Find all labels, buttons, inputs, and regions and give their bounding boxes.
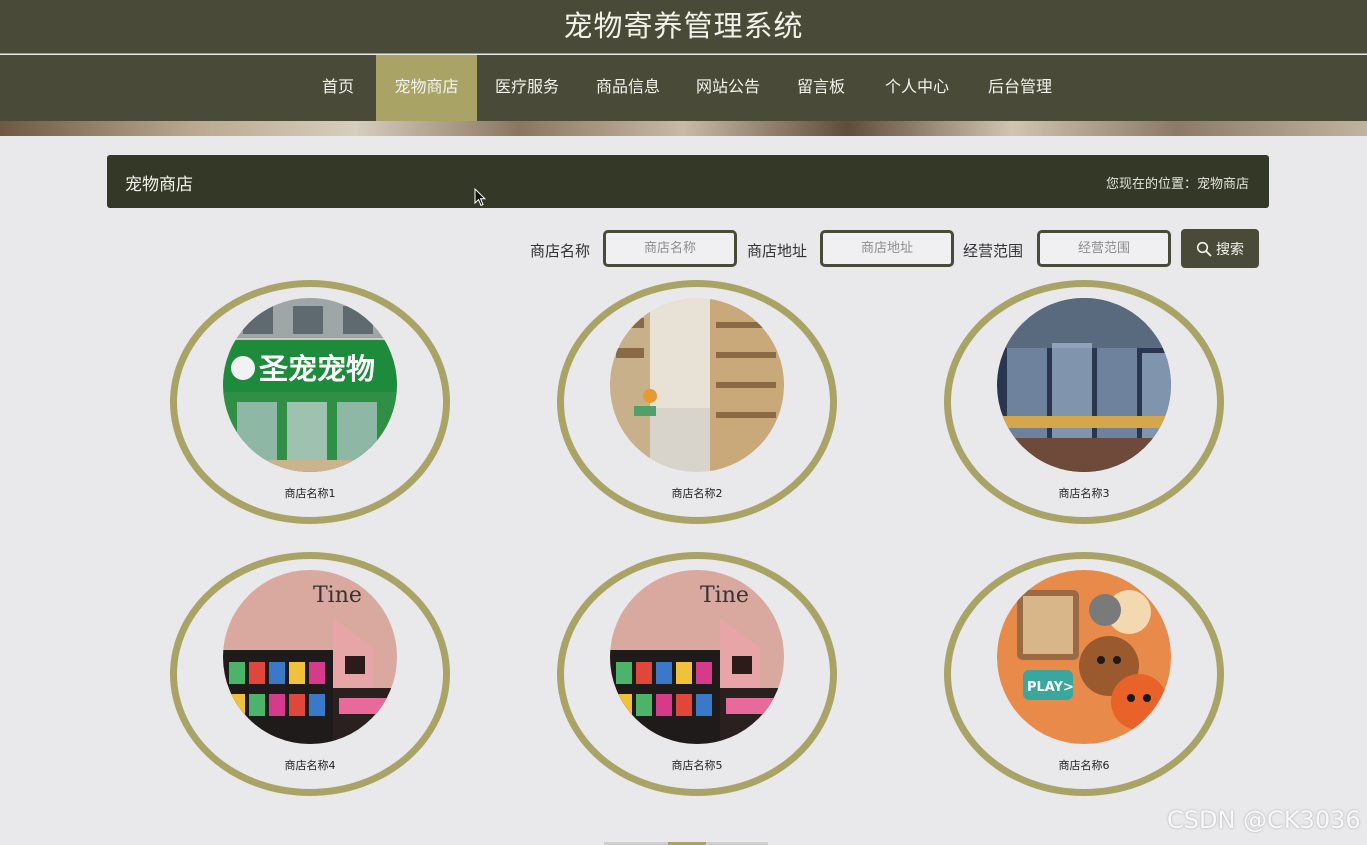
store-card-6[interactable]: PLAY> 商店名称6 bbox=[944, 552, 1224, 796]
store-card-2[interactable]: 商店名称2 bbox=[557, 280, 837, 524]
search-icon bbox=[1196, 241, 1212, 256]
store-photo[interactable]: PLAY> bbox=[997, 570, 1171, 744]
store-card-5[interactable]: Tine 商店名称5 bbox=[557, 552, 837, 796]
store-name[interactable]: 商店名称6 bbox=[944, 757, 1224, 773]
nav-item-medical-service[interactable]: 医疗服务 bbox=[480, 55, 574, 121]
svg-text:Tine: Tine bbox=[700, 583, 749, 608]
business-scope-label: 经营范围 bbox=[963, 242, 1024, 260]
nav-item-goods-info[interactable]: 商品信息 bbox=[581, 55, 675, 121]
store-photo[interactable] bbox=[610, 298, 784, 472]
store-photo[interactable]: Tine bbox=[610, 570, 784, 744]
nav-item-admin[interactable]: 后台管理 bbox=[973, 55, 1067, 121]
store-card-4[interactable]: Tine 商店名称4 bbox=[170, 552, 450, 796]
nav-item-pet-store[interactable]: 宠物商店 bbox=[376, 55, 477, 121]
svg-text:PLAY>: PLAY> bbox=[1027, 680, 1074, 695]
store-photo[interactable]: Tine bbox=[223, 570, 397, 744]
site-title: 宠物寄养管理系统 bbox=[563, 9, 804, 43]
store-card-3[interactable]: 商店名称3 bbox=[944, 280, 1224, 524]
nav-item-message-board[interactable]: 留言板 bbox=[782, 55, 860, 121]
store-name[interactable]: 商店名称3 bbox=[944, 485, 1224, 501]
store-name-input[interactable] bbox=[603, 230, 737, 267]
store-address-input[interactable] bbox=[820, 230, 954, 267]
nav-item-home[interactable]: 首页 bbox=[306, 55, 370, 121]
page-title: 宠物商店 bbox=[125, 175, 193, 195]
store-address-label: 商店地址 bbox=[747, 242, 808, 260]
main-nav: 首页 宠物商店 医疗服务 商品信息 网站公告 留言板 个人中心 后台管理 bbox=[0, 55, 1367, 121]
store-photo[interactable]: 圣宠宠物 bbox=[223, 298, 397, 472]
store-name[interactable]: 商店名称1 bbox=[170, 485, 450, 501]
watermark: CSDN @CK3036 bbox=[1167, 806, 1361, 834]
store-name[interactable]: 商店名称4 bbox=[170, 757, 450, 773]
mouse-cursor-icon bbox=[474, 188, 486, 207]
banner-image-strip bbox=[0, 121, 1367, 136]
section-header: 宠物商店 您现在的位置：宠物商店 bbox=[107, 155, 1269, 208]
nav-item-personal-center[interactable]: 个人中心 bbox=[870, 55, 964, 121]
search-button-label: 搜索 bbox=[1216, 241, 1244, 258]
store-card-1[interactable]: 圣宠宠物 商店名称1 bbox=[170, 280, 450, 524]
store-name[interactable]: 商店名称5 bbox=[557, 757, 837, 773]
nav-item-announcements[interactable]: 网站公告 bbox=[681, 55, 775, 121]
store-name-label: 商店名称 bbox=[530, 242, 591, 260]
title-divider bbox=[0, 53, 1367, 54]
svg-text:圣宠宠物: 圣宠宠物 bbox=[259, 352, 375, 386]
title-bar: 宠物寄养管理系统 bbox=[0, 0, 1367, 54]
search-button[interactable]: 搜索 bbox=[1181, 229, 1259, 268]
svg-text:Tine: Tine bbox=[313, 583, 362, 608]
store-name[interactable]: 商店名称2 bbox=[557, 485, 837, 501]
breadcrumb: 您现在的位置：宠物商店 bbox=[1105, 177, 1249, 192]
business-scope-input[interactable] bbox=[1037, 230, 1171, 267]
store-photo[interactable] bbox=[997, 298, 1171, 472]
